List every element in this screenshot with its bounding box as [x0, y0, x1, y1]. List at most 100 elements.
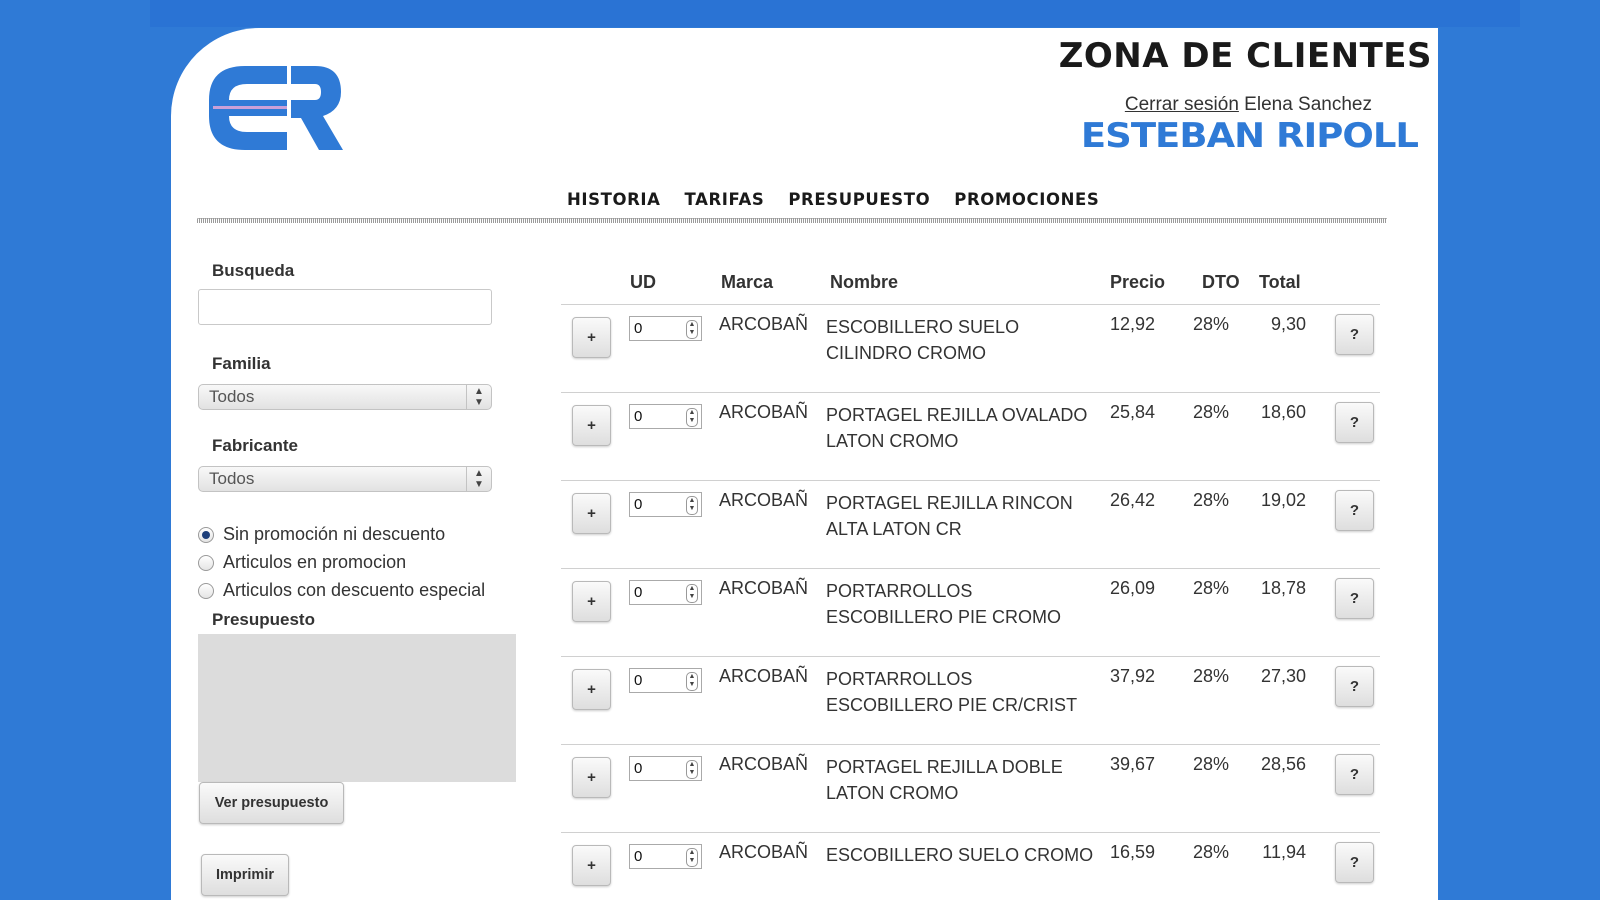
row-dto: 28% — [1192, 842, 1229, 862]
nav-presupuesto[interactable]: PRESUPUESTO — [788, 190, 930, 209]
filter-label: Sin promoción ni descuento — [223, 524, 446, 544]
row-divider — [561, 568, 1380, 569]
quantity-value: 0 — [634, 672, 643, 689]
row-nombre: ESCOBILLERO SUELO CROMO — [826, 845, 1094, 865]
help-button[interactable]: ? — [1335, 842, 1374, 883]
add-button[interactable]: + — [572, 405, 611, 446]
filter-no-promo[interactable]: Sin promoción ni descuento — [198, 524, 445, 545]
row-marca: ARCOBAÑ — [719, 490, 809, 510]
spinner-icon[interactable]: ▲ ▼ — [686, 584, 698, 603]
table-row: +0 ▲ ▼ ARCOBAÑ PORTAGEL REJILLA RINCON ALTA … — [561, 481, 1380, 569]
quantity-value: 0 — [634, 760, 643, 777]
spinner-icon[interactable]: ▲ ▼ — [686, 496, 698, 515]
row-total: 28,56 — [1260, 754, 1306, 774]
col-ud: UD — [630, 272, 656, 292]
spinner-icon[interactable]: ▲ ▼ — [686, 760, 698, 779]
add-button[interactable]: + — [572, 493, 611, 534]
add-button[interactable]: + — [572, 317, 611, 358]
row-total: 9,30 — [1270, 314, 1306, 334]
radio-checked-icon[interactable] — [198, 526, 214, 543]
quantity-stepper[interactable]: 0 ▲ ▼ — [629, 492, 702, 517]
col-dto: DTO — [1202, 272, 1240, 292]
spinner-icon[interactable]: ▲ ▼ — [686, 848, 698, 867]
family-select-value: Todos — [209, 387, 255, 406]
row-precio: 16,59 — [1109, 842, 1155, 862]
row-dto: 28% — [1192, 666, 1229, 686]
row-dto: 28% — [1192, 490, 1229, 510]
row-nombre: PORTAGEL REJILLA RINCON ALTA LATON CR — [826, 493, 1073, 539]
row-nombre: PORTAGEL REJILLA OVALADO LATON CROMO — [826, 405, 1088, 451]
quantity-value: 0 — [634, 320, 643, 337]
maker-select-value: Todos — [209, 469, 255, 488]
search-input[interactable] — [198, 289, 492, 325]
filter-label: Articulos con descuento especial — [223, 580, 486, 600]
help-button[interactable]: ? — [1335, 666, 1374, 707]
col-precio: Precio — [1110, 272, 1166, 292]
table-row: +0 ▲ ▼ ARCOBAÑ PORTARROLLOS ESCOBILLERO PIE … — [561, 569, 1380, 657]
table-row: +0 ▲ ▼ ARCOBAÑ ESCOBILLERO SUELO CILINDRO CR… — [561, 305, 1380, 393]
row-total: 19,02 — [1260, 490, 1306, 510]
filter-label: Articulos en promocion — [223, 552, 407, 572]
logout-link[interactable]: Cerrar sesión — [1125, 94, 1239, 115]
add-button[interactable]: + — [572, 845, 611, 886]
col-nombre: Nombre — [830, 272, 899, 292]
maker-select[interactable]: Todos ▲ ▼ — [198, 466, 492, 492]
quantity-stepper[interactable]: 0 ▲ ▼ — [629, 668, 702, 693]
family-select[interactable]: Todos ▲ ▼ — [198, 384, 492, 410]
quantity-stepper[interactable]: 0 ▲ ▼ — [629, 316, 702, 341]
row-precio: 26,42 — [1109, 490, 1155, 510]
nav-historia[interactable]: HISTORIA — [567, 190, 661, 209]
row-nombre: PORTARROLLOS ESCOBILLERO PIE CROMO — [826, 581, 1062, 627]
quantity-stepper[interactable]: 0 ▲ ▼ — [629, 404, 702, 429]
row-precio: 25,84 — [1109, 402, 1155, 422]
row-precio: 26,09 — [1109, 578, 1155, 598]
spinner-icon[interactable]: ▲ ▼ — [686, 320, 698, 339]
radio-icon[interactable] — [198, 582, 214, 599]
add-button[interactable]: + — [572, 757, 611, 798]
quantity-value: 0 — [634, 496, 643, 513]
quantity-stepper[interactable]: 0 ▲ ▼ — [629, 756, 702, 781]
row-nombre: PORTAGEL REJILLA DOBLE LATON CROMO — [826, 757, 1063, 803]
radio-icon[interactable] — [198, 554, 214, 571]
help-button[interactable]: ? — [1335, 578, 1374, 619]
budget-area — [198, 634, 516, 782]
help-button[interactable]: ? — [1335, 490, 1374, 531]
row-nombre: PORTARROLLOS ESCOBILLERO PIE CR/CRIST — [826, 669, 1078, 715]
nav-tarifas[interactable]: TARIFAS — [685, 190, 765, 209]
quantity-stepper[interactable]: 0 ▲ ▼ — [629, 580, 702, 605]
row-nombre: ESCOBILLERO SUELO CILINDRO CROMO — [826, 317, 1020, 363]
session-info: Cerrar sesión Elena Sanchez — [1125, 94, 1372, 116]
main-panel: ZONA DE CLIENTES Cerrar sesión Elena San… — [171, 28, 1438, 900]
row-divider — [561, 656, 1380, 657]
add-button[interactable]: + — [572, 581, 611, 622]
table-row: +0 ▲ ▼ ARCOBAÑ PORTARROLLOS ESCOBILLERO PIE … — [561, 657, 1380, 745]
nav-promociones[interactable]: PROMOCIONES — [954, 190, 1099, 209]
nav-divider — [197, 218, 1387, 223]
filter-special-discount[interactable]: Articulos con descuento especial — [198, 580, 485, 601]
quantity-value: 0 — [634, 584, 643, 601]
row-dto: 28% — [1192, 754, 1229, 774]
add-button[interactable]: + — [572, 669, 611, 710]
zone-title: ZONA DE CLIENTES — [1058, 36, 1432, 76]
help-button[interactable]: ? — [1335, 754, 1374, 795]
print-button[interactable]: Imprimir — [201, 854, 289, 896]
row-precio: 39,67 — [1109, 754, 1155, 774]
select-arrows-icon: ▲ ▼ — [466, 385, 491, 410]
quantity-stepper[interactable]: 0 ▲ ▼ — [629, 844, 702, 869]
row-divider — [561, 744, 1380, 745]
view-budget-button[interactable]: Ver presupuesto — [199, 782, 344, 824]
table-row: +0 ▲ ▼ ARCOBAÑ PORTAGEL REJILLA OVALADO LATO… — [561, 393, 1380, 481]
row-dto: 28% — [1192, 578, 1229, 598]
spinner-icon[interactable]: ▲ ▼ — [686, 408, 698, 427]
filter-promo[interactable]: Articulos en promocion — [198, 552, 406, 573]
spinner-icon[interactable]: ▲ ▼ — [686, 672, 698, 691]
user-name: Elena Sanchez — [1244, 94, 1372, 115]
search-label: Busqueda — [212, 261, 295, 280]
row-divider — [561, 392, 1380, 393]
row-marca: ARCOBAÑ — [719, 578, 809, 598]
help-button[interactable]: ? — [1335, 314, 1374, 355]
row-precio: 37,92 — [1109, 666, 1155, 686]
er-logo[interactable] — [205, 62, 345, 159]
help-button[interactable]: ? — [1335, 402, 1374, 443]
quantity-value: 0 — [634, 408, 643, 425]
